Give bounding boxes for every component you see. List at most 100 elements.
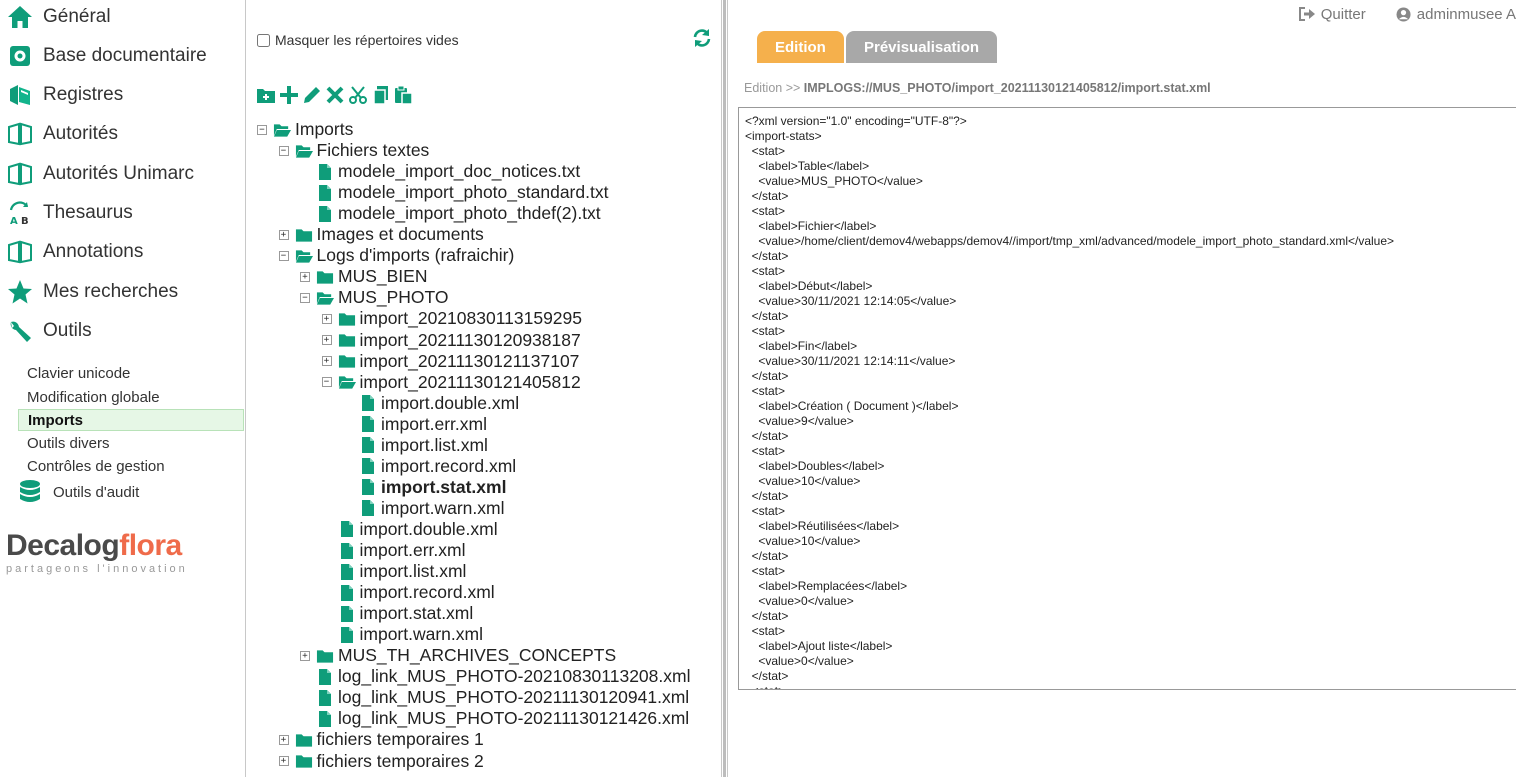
- tree-file-row[interactable]: import.record.xml: [343, 456, 516, 477]
- file-icon: [338, 605, 356, 623]
- tree-folder-row[interactable]: − Logs d'imports (rafraichir): [278, 245, 514, 266]
- star-icon: [6, 278, 34, 306]
- expand-toggle-icon[interactable]: +: [300, 271, 310, 282]
- tree-file-row[interactable]: import.double.xml: [343, 393, 519, 414]
- tree-file-row[interactable]: import.list.xml: [322, 561, 467, 582]
- tree-folder-row[interactable]: − import_20211130121405812: [321, 372, 581, 393]
- tree-file-row[interactable]: modele_import_photo_standard.txt: [300, 182, 608, 203]
- sub-item-imports[interactable]: Imports: [18, 409, 244, 431]
- tree-folder-row[interactable]: + import_20211130121137107: [321, 351, 579, 372]
- tree-folder-row[interactable]: + fichiers temporaires 1: [278, 729, 484, 750]
- tree-file-row[interactable]: import.double.xml: [322, 519, 498, 540]
- nav-item-label: Registres: [43, 84, 124, 105]
- sub-item-modification-globale[interactable]: Modification globale: [18, 386, 244, 408]
- tree-file-row[interactable]: import.list.xml: [343, 435, 488, 456]
- tree-file-row[interactable]: log_link_MUS_PHOTO-20211130120941.xml: [300, 687, 689, 708]
- file-icon: [338, 626, 356, 644]
- tree-file-row[interactable]: import.record.xml: [322, 582, 495, 603]
- database-icon: [18, 479, 44, 505]
- tree-toolbar: [256, 84, 414, 106]
- sub-item-outils-audit[interactable]: Outils d'audit: [18, 478, 139, 506]
- collapse-toggle-icon[interactable]: −: [278, 250, 289, 261]
- tree-folder-row[interactable]: + MUS_BIEN: [300, 266, 427, 287]
- expand-toggle-icon[interactable]: +: [278, 229, 289, 240]
- nav-item-label: Outils: [43, 320, 92, 341]
- tree-file-row[interactable]: import.err.xml: [343, 414, 487, 435]
- collapse-toggle-icon[interactable]: −: [300, 292, 310, 303]
- hide-empty-dirs-option[interactable]: Masquer les répertoires vides: [257, 32, 459, 48]
- tree-item-label: import.stat.xml: [359, 603, 474, 624]
- collapse-toggle-icon[interactable]: −: [257, 124, 267, 135]
- tree-folder-row[interactable]: − Imports: [257, 119, 353, 140]
- sub-item-clavier-unicode[interactable]: Clavier unicode: [18, 362, 244, 384]
- quit-link[interactable]: Quitter: [1298, 6, 1366, 23]
- expand-toggle-icon[interactable]: +: [278, 734, 289, 745]
- nav-item-autorites-unimarc[interactable]: Autorités Unimarc: [6, 159, 194, 189]
- delete-icon[interactable]: [325, 84, 345, 106]
- xml-editor[interactable]: <?xml version="1.0" encoding="UTF-8"?> <…: [738, 107, 1516, 690]
- tree-file-row[interactable]: import.warn.xml: [322, 624, 483, 645]
- edit-pencil-icon[interactable]: [302, 84, 322, 106]
- boxes-icon: [6, 81, 34, 109]
- folder-icon: [338, 310, 356, 328]
- tree-file-row[interactable]: import.err.xml: [322, 540, 465, 561]
- nav-item-base-documentaire[interactable]: Base documentaire: [6, 41, 207, 71]
- expand-toggle-icon[interactable]: +: [321, 335, 332, 345]
- tab-previsualisation[interactable]: Prévisualisation: [846, 31, 998, 63]
- folder-icon: [295, 226, 313, 244]
- folder-icon: [316, 268, 334, 286]
- tree-item-label: Fichiers textes: [316, 140, 430, 161]
- tree-item-label: import.list.xml: [359, 561, 467, 582]
- sub-item-outils-divers[interactable]: Outils divers: [18, 432, 244, 454]
- nav-item-registres[interactable]: Registres: [6, 80, 123, 110]
- tree-item-label: log_link_MUS_PHOTO-20210830113208.xml: [338, 666, 691, 687]
- nav-item-annotations[interactable]: Annotations: [6, 237, 143, 267]
- expand-toggle-icon[interactable]: +: [278, 756, 289, 766]
- open-book-icon: [6, 120, 34, 148]
- hide-empty-dirs-checkbox[interactable]: [257, 33, 270, 47]
- tree-item-label: log_link_MUS_PHOTO-20211130121426.xml: [338, 708, 690, 729]
- tree-file-row[interactable]: import.warn.xml: [343, 498, 505, 519]
- expand-toggle-icon[interactable]: +: [321, 313, 332, 324]
- tree-folder-row[interactable]: + Images et documents: [278, 224, 484, 245]
- paste-icon[interactable]: [394, 84, 414, 106]
- tree-file-row[interactable]: log_link_MUS_PHOTO-20210830113208.xml: [300, 666, 690, 687]
- folder-open-icon: [338, 373, 356, 391]
- nav-item-general[interactable]: Général: [6, 2, 111, 32]
- tree-folder-row[interactable]: − Fichiers textes: [278, 140, 430, 161]
- left-navigation: Général Base documentaire Registres Auto…: [0, 0, 246, 777]
- tree-folder-row[interactable]: + import_20210830113159295: [321, 308, 583, 329]
- tree-file-row[interactable]: import.stat.xml: [322, 603, 474, 624]
- tree-file-row[interactable]: modele_import_doc_notices.txt: [300, 161, 580, 182]
- expand-toggle-icon[interactable]: +: [300, 650, 310, 661]
- tree-folder-row[interactable]: − MUS_PHOTO: [300, 287, 449, 308]
- tree-file-row[interactable]: modele_import_photo_thdef(2).txt: [300, 203, 601, 224]
- tree-folder-row[interactable]: + import_20211130120938187: [321, 330, 581, 351]
- refresh-icon[interactable]: [692, 28, 712, 53]
- expand-toggle-icon[interactable]: +: [321, 356, 332, 367]
- user-menu[interactable]: adminmusee A: [1396, 6, 1516, 23]
- file-icon: [316, 689, 334, 707]
- copy-icon[interactable]: [371, 84, 391, 106]
- panel-splitter[interactable]: [721, 0, 728, 777]
- tree-folder-row[interactable]: + fichiers temporaires 2: [278, 751, 484, 772]
- collapse-toggle-icon[interactable]: −: [321, 377, 332, 388]
- tree-folder-row[interactable]: + MUS_TH_ARCHIVES_CONCEPTS: [300, 645, 616, 666]
- new-folder-icon[interactable]: [256, 84, 276, 106]
- cut-icon[interactable]: [348, 84, 368, 106]
- nav-item-mes-recherches[interactable]: Mes recherches: [6, 277, 178, 307]
- tree-file-row[interactable]: import.stat.xml: [343, 477, 506, 498]
- sub-item-controles-de-gestion[interactable]: Contrôles de gestion: [18, 455, 244, 477]
- folder-open-icon: [273, 121, 291, 139]
- tree-file-row[interactable]: log_link_MUS_PHOTO-20211130121426.xml: [300, 708, 689, 729]
- folder-icon: [295, 752, 313, 770]
- nav-item-thesaurus[interactable]: AB Thesaurus: [6, 198, 133, 228]
- nav-item-outils[interactable]: Outils: [6, 316, 92, 346]
- tree-item-label: MUS_BIEN: [338, 266, 428, 287]
- tab-edition[interactable]: Edition: [757, 31, 844, 63]
- nav-item-label: Base documentaire: [43, 45, 207, 66]
- tree-item-label: import_20210830113159295: [359, 308, 583, 329]
- nav-item-autorites[interactable]: Autorités: [6, 119, 118, 149]
- collapse-toggle-icon[interactable]: −: [278, 145, 289, 156]
- add-icon[interactable]: [279, 84, 299, 106]
